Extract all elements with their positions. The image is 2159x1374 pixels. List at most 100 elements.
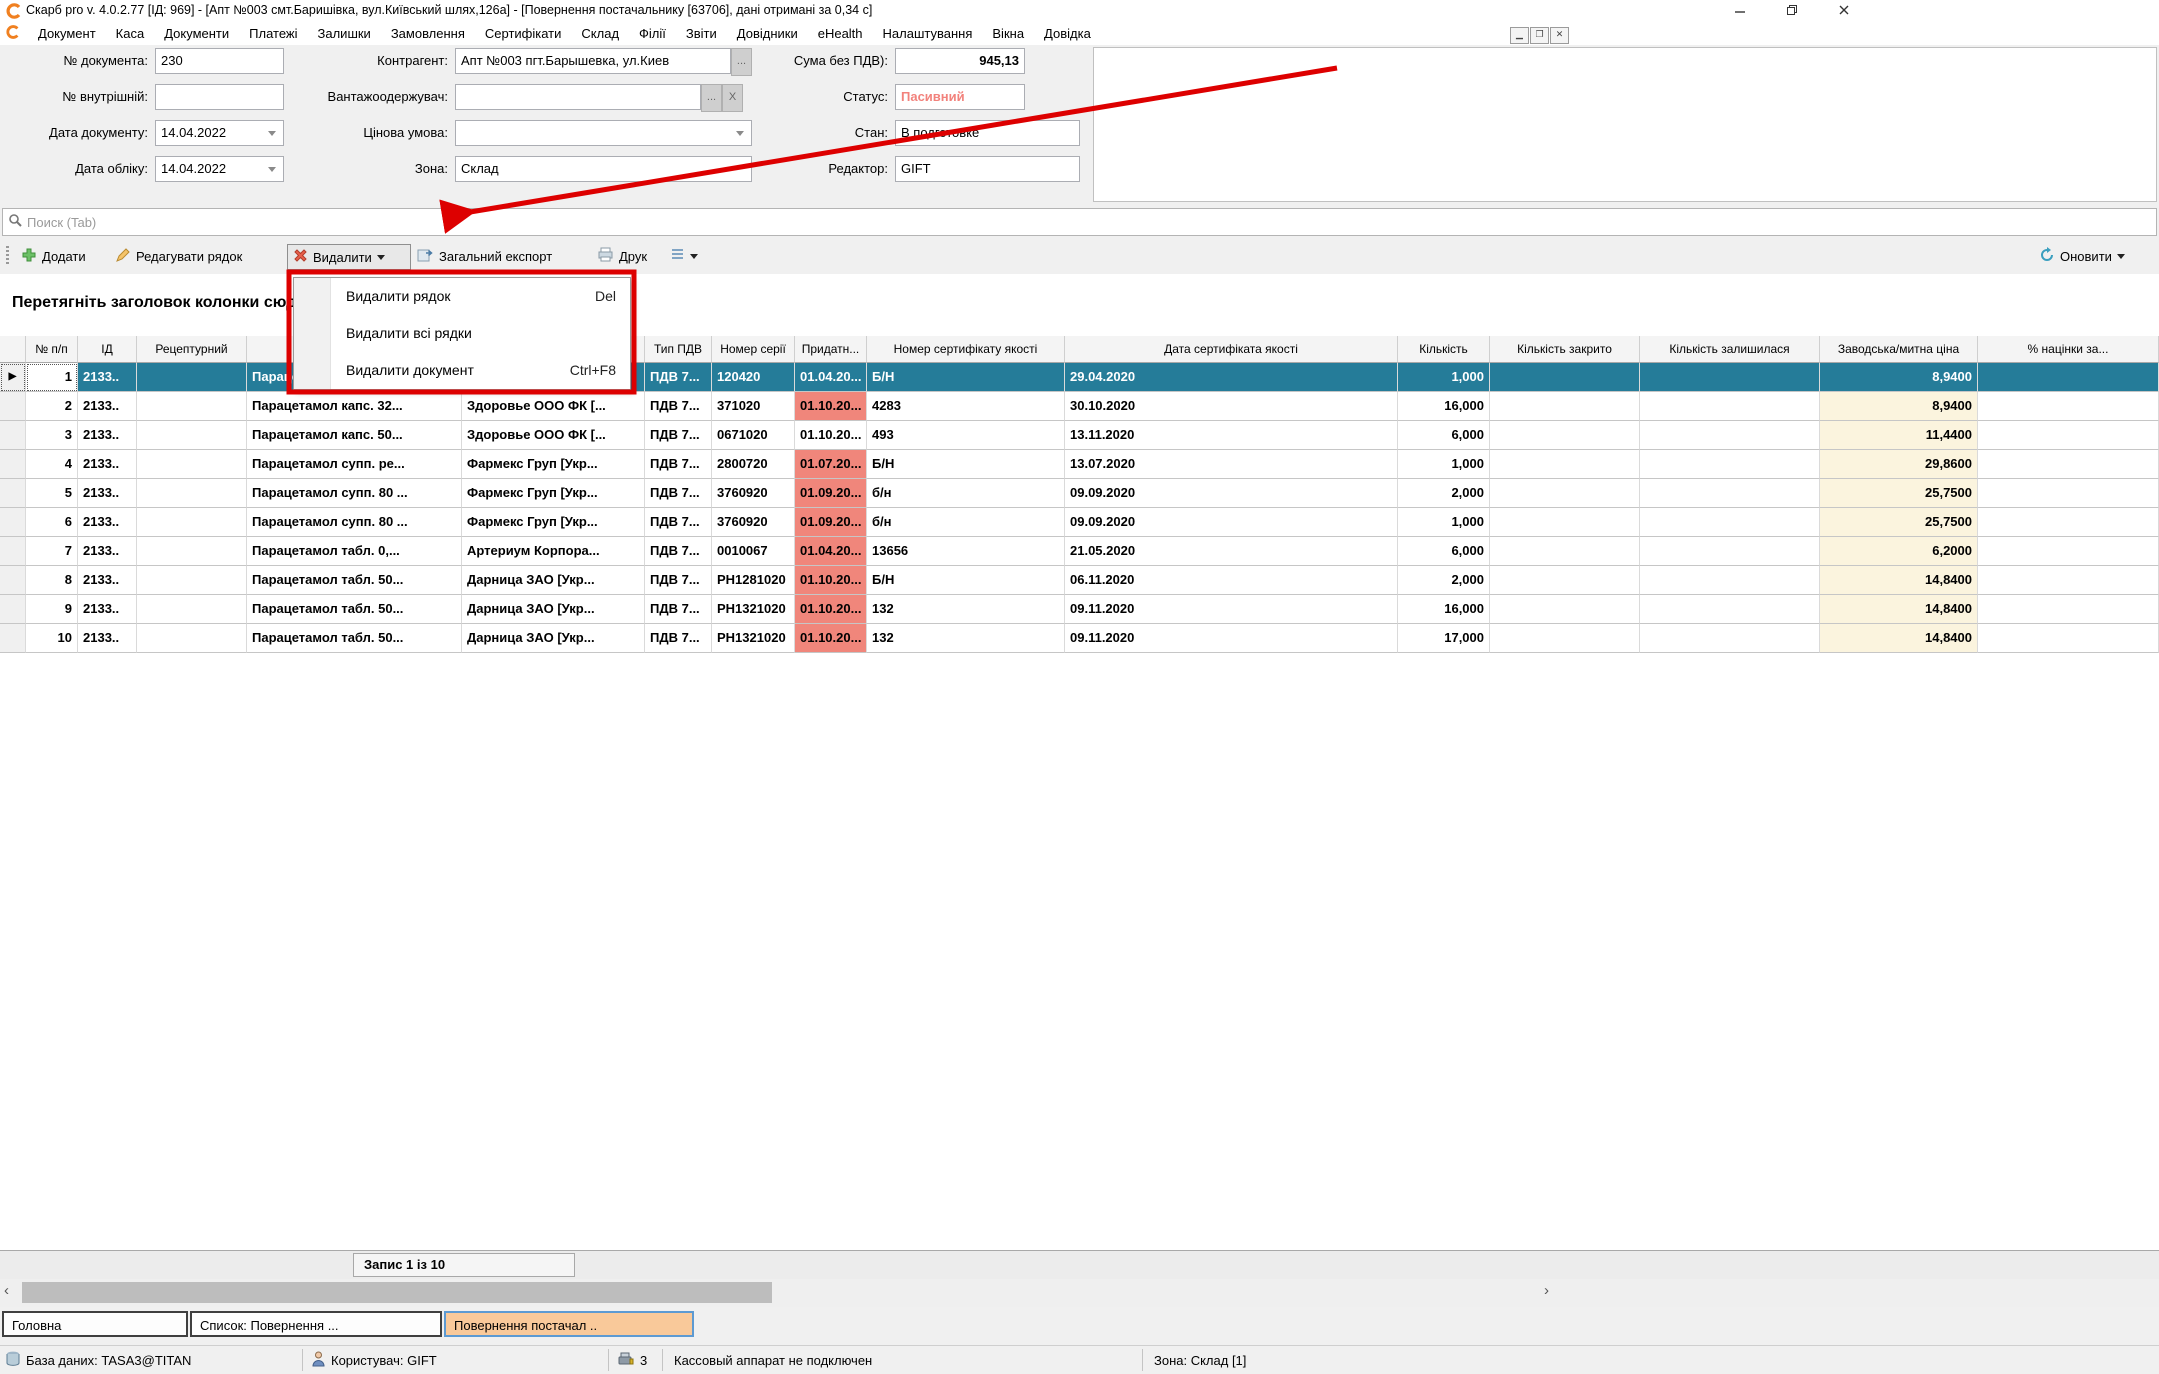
table-cell-series[interactable]: 2800720: [712, 450, 795, 479]
table-cell-qty_closed[interactable]: [1490, 363, 1640, 392]
row-selector[interactable]: [0, 566, 26, 595]
row-selector[interactable]: [0, 421, 26, 450]
table-cell-qty_closed[interactable]: [1490, 566, 1640, 595]
table-cell-expiry[interactable]: 01.09.20...: [795, 508, 867, 537]
consignee-input[interactable]: [455, 84, 701, 110]
table-cell-cert_date[interactable]: 29.04.2020: [1065, 363, 1398, 392]
table-cell-expiry[interactable]: 01.07.20...: [795, 450, 867, 479]
table-cell-cert_no[interactable]: Б/Н: [867, 450, 1065, 479]
table-cell-markup[interactable]: [1978, 595, 2159, 624]
menu-каса[interactable]: Каса: [106, 24, 155, 43]
table-cell-series[interactable]: 3760920: [712, 479, 795, 508]
table-cell-markup[interactable]: [1978, 537, 2159, 566]
table-cell-price[interactable]: 8,9400: [1820, 363, 1978, 392]
table-cell-price[interactable]: 14,8400: [1820, 566, 1978, 595]
table-cell-cert_date[interactable]: 09.09.2020: [1065, 479, 1398, 508]
menu-документи[interactable]: Документи: [154, 24, 239, 43]
table-cell-expiry[interactable]: 01.10.20...: [795, 392, 867, 421]
table-cell-expiry[interactable]: 01.04.20...: [795, 537, 867, 566]
table-cell-recept[interactable]: [137, 363, 247, 392]
account-date-combo[interactable]: 14.04.2022: [155, 156, 284, 182]
table-cell-series[interactable]: 371020: [712, 392, 795, 421]
column-header-series[interactable]: Номер серії: [712, 336, 795, 363]
table-cell-price[interactable]: 8,9400: [1820, 392, 1978, 421]
table-cell-qty_closed[interactable]: [1490, 479, 1640, 508]
row-selector[interactable]: [0, 537, 26, 566]
maximize-icon[interactable]: [1777, 4, 1807, 20]
contractor-input[interactable]: Апт №003 пгт.Барышевка, ул.Киев: [455, 48, 731, 74]
table-cell-price[interactable]: 14,8400: [1820, 595, 1978, 624]
table-cell-markup[interactable]: [1978, 566, 2159, 595]
table-cell-qty_closed[interactable]: [1490, 624, 1640, 653]
column-header-markup[interactable]: % націнки за...: [1978, 336, 2159, 363]
column-header-vat[interactable]: Тип ПДВ: [645, 336, 712, 363]
table-cell-qty[interactable]: 16,000: [1398, 595, 1490, 624]
table-cell-id[interactable]: 2133..: [78, 595, 137, 624]
table-cell-supplier[interactable]: Здоровье ООО ФК [...: [462, 392, 645, 421]
table-cell-cert_no[interactable]: б/н: [867, 479, 1065, 508]
notes-box[interactable]: [1093, 47, 2157, 202]
table-cell-n[interactable]: 4: [26, 450, 78, 479]
mdi-restore-icon[interactable]: ❐: [1530, 27, 1549, 44]
list-dropdown-arrow-icon[interactable]: [690, 254, 698, 263]
table-cell-qty[interactable]: 1,000: [1398, 450, 1490, 479]
table-cell-series[interactable]: 0671020: [712, 421, 795, 450]
table-cell-n[interactable]: 9: [26, 595, 78, 624]
table-cell-name[interactable]: Парацетамол капс. 32...: [247, 392, 462, 421]
table-cell-vat[interactable]: ПДВ 7...: [645, 624, 712, 653]
table-cell-series[interactable]: РН1281020: [712, 566, 795, 595]
table-cell-expiry[interactable]: 01.10.20...: [795, 566, 867, 595]
table-cell-n[interactable]: 1: [26, 363, 78, 392]
menu-сертифікати[interactable]: Сертифікати: [475, 24, 572, 43]
menu-звіти[interactable]: Звіти: [676, 24, 727, 43]
table-cell-supplier[interactable]: Фармекс Груп [Укр...: [462, 479, 645, 508]
table-cell-price[interactable]: 29,8600: [1820, 450, 1978, 479]
table-cell-recept[interactable]: [137, 450, 247, 479]
table-cell-qty_left[interactable]: [1640, 624, 1820, 653]
row-selector[interactable]: [0, 595, 26, 624]
table-cell-qty_left[interactable]: [1640, 421, 1820, 450]
column-header-price[interactable]: Заводська/митна ціна: [1820, 336, 1978, 363]
table-cell-cert_date[interactable]: 09.11.2020: [1065, 624, 1398, 653]
table-cell-vat[interactable]: ПДВ 7...: [645, 421, 712, 450]
doc-number-input[interactable]: 230: [155, 48, 284, 74]
close-icon[interactable]: [1829, 4, 1859, 20]
toolbar-grip[interactable]: [6, 246, 9, 266]
table-cell-markup[interactable]: [1978, 421, 2159, 450]
menu-item-delete-row[interactable]: Видалити рядок Del: [294, 278, 630, 315]
menu-item-delete-document[interactable]: Видалити документ Ctrl+F8: [294, 352, 630, 389]
table-cell-qty_closed[interactable]: [1490, 508, 1640, 537]
refresh-button[interactable]: Оновити: [2034, 244, 2130, 268]
table-cell-qty[interactable]: 2,000: [1398, 479, 1490, 508]
menu-залишки[interactable]: Залишки: [308, 24, 381, 43]
table-cell-markup[interactable]: [1978, 392, 2159, 421]
table-cell-qty_left[interactable]: [1640, 479, 1820, 508]
column-header-qty_closed[interactable]: Кількість закрито: [1490, 336, 1640, 363]
table-cell-qty_left[interactable]: [1640, 363, 1820, 392]
table-cell-n[interactable]: 6: [26, 508, 78, 537]
table-cell-name[interactable]: Парацетамол капс. 50...: [247, 421, 462, 450]
table-cell-price[interactable]: 25,7500: [1820, 508, 1978, 537]
table-cell-cert_no[interactable]: Б/Н: [867, 363, 1065, 392]
table-cell-id[interactable]: 2133..: [78, 392, 137, 421]
table-cell-qty_closed[interactable]: [1490, 537, 1640, 566]
table-cell-supplier[interactable]: Дарница ЗАО [Укр...: [462, 595, 645, 624]
column-header-id[interactable]: ІД: [78, 336, 137, 363]
table-cell-vat[interactable]: ПДВ 7...: [645, 566, 712, 595]
menu-довідка[interactable]: Довідка: [1034, 24, 1101, 43]
doc-date-combo[interactable]: 14.04.2022: [155, 120, 284, 146]
table-cell-recept[interactable]: [137, 421, 247, 450]
table-cell-markup[interactable]: [1978, 508, 2159, 537]
table-cell-qty_left[interactable]: [1640, 450, 1820, 479]
table-cell-recept[interactable]: [137, 479, 247, 508]
mdi-close-icon[interactable]: ✕: [1550, 27, 1569, 44]
menu-філії[interactable]: Філії: [629, 24, 676, 43]
internal-number-input[interactable]: [155, 84, 284, 110]
table-cell-cert_no[interactable]: 132: [867, 624, 1065, 653]
column-header-qty[interactable]: Кількість: [1398, 336, 1490, 363]
table-cell-n[interactable]: 10: [26, 624, 78, 653]
menu-ehealth[interactable]: eHealth: [808, 24, 873, 43]
menu-документ[interactable]: Документ: [28, 24, 106, 43]
search-input[interactable]: Поиск (Tab): [2, 208, 2157, 236]
tab-home[interactable]: Головна: [2, 1311, 188, 1337]
